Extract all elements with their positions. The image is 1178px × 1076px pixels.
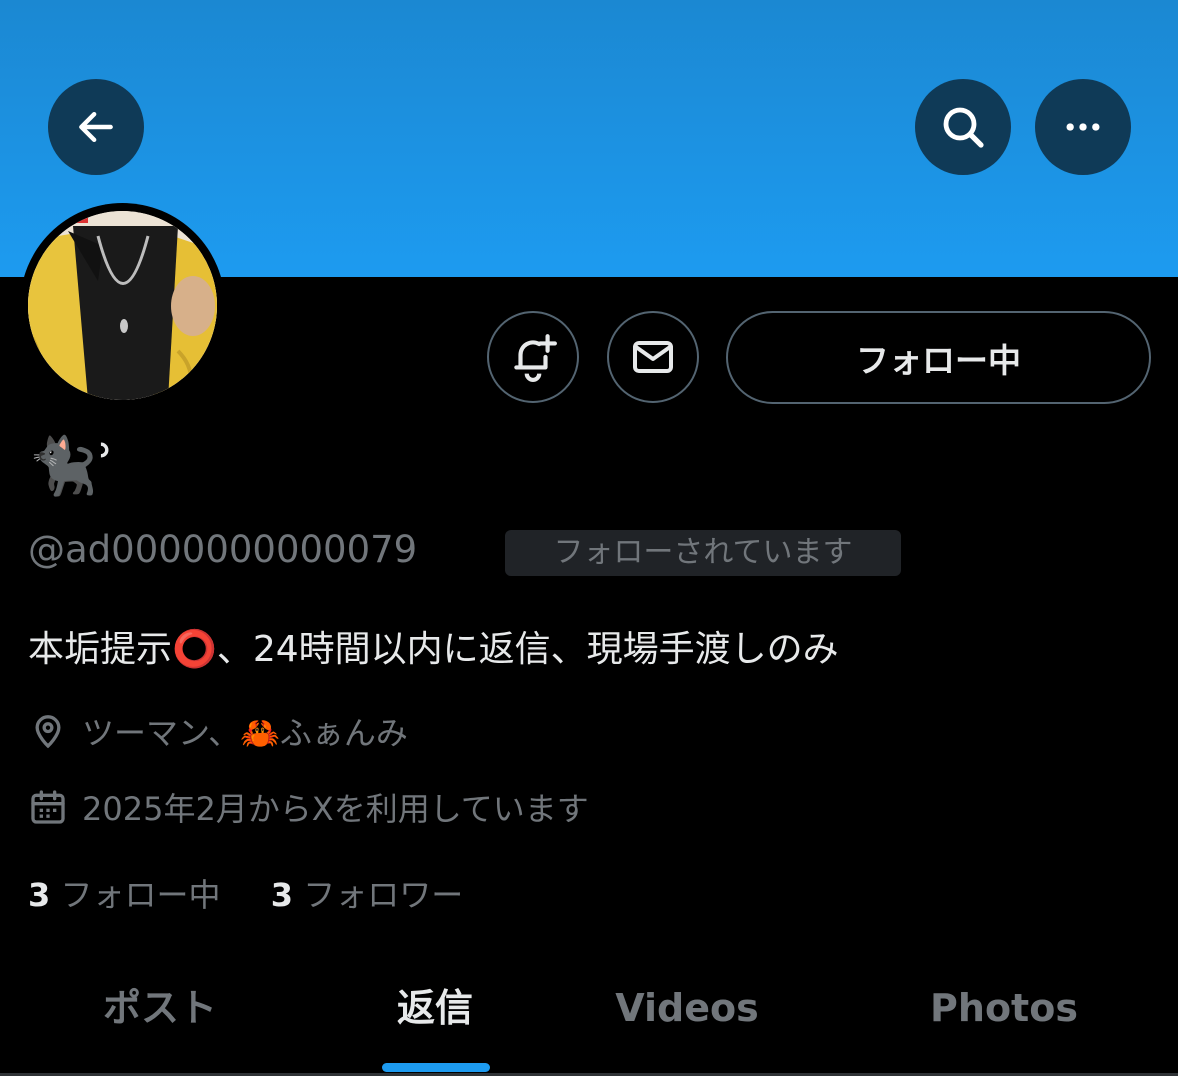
avatar[interactable] xyxy=(20,203,225,408)
more-dots-icon xyxy=(1066,123,1100,131)
display-name: 🐈‍⬛ʾ xyxy=(28,434,115,499)
following-stat[interactable]: 3 フォロー中 xyxy=(28,876,220,914)
follows-you-badge: フォローされています xyxy=(505,530,901,576)
tab-replies[interactable]: 返信 xyxy=(335,975,535,1041)
joined-row: 2025年2月からXを利用しています xyxy=(28,784,589,830)
more-button[interactable] xyxy=(1035,79,1131,175)
envelope-icon xyxy=(633,341,673,373)
search-icon xyxy=(943,107,984,148)
followers-stat[interactable]: 3 フォロワー xyxy=(271,876,463,914)
calendar-icon xyxy=(31,790,65,824)
avatar-image xyxy=(28,211,217,400)
location-pin-icon xyxy=(35,715,61,749)
active-tab-indicator xyxy=(382,1063,490,1072)
following-button[interactable]: フォロー中 xyxy=(726,311,1151,404)
notify-button[interactable] xyxy=(487,311,579,403)
user-handle: @ad0000000000079 xyxy=(28,528,418,571)
joined-text: 2025年2月からXを利用しています xyxy=(82,790,589,828)
followers-label: フォロワー xyxy=(303,876,464,914)
following-button-label: フォロー中 xyxy=(856,340,1021,380)
arrow-left-icon xyxy=(79,111,113,143)
followers-count: 3 xyxy=(270,876,294,914)
location-text: ツーマン、🦀ふぁんみ xyxy=(82,714,408,752)
back-button[interactable] xyxy=(48,79,144,175)
search-button[interactable] xyxy=(915,79,1011,175)
bio-text: 本垢提示⭕️、24時間以内に返信、現場手渡しのみ xyxy=(28,629,839,670)
bell-plus-icon xyxy=(514,334,557,382)
tab-photos[interactable]: Photos xyxy=(904,975,1104,1041)
location-row: ツーマン、🦀ふぁんみ xyxy=(28,708,408,754)
tab-posts[interactable]: ポスト xyxy=(60,975,260,1041)
following-count: 3 xyxy=(28,876,51,914)
message-button[interactable] xyxy=(607,311,699,403)
following-label: フォロー中 xyxy=(60,876,221,914)
follow-stats: 3 フォロー中 3 フォロワー xyxy=(28,868,463,922)
tab-videos[interactable]: Videos xyxy=(587,975,787,1041)
